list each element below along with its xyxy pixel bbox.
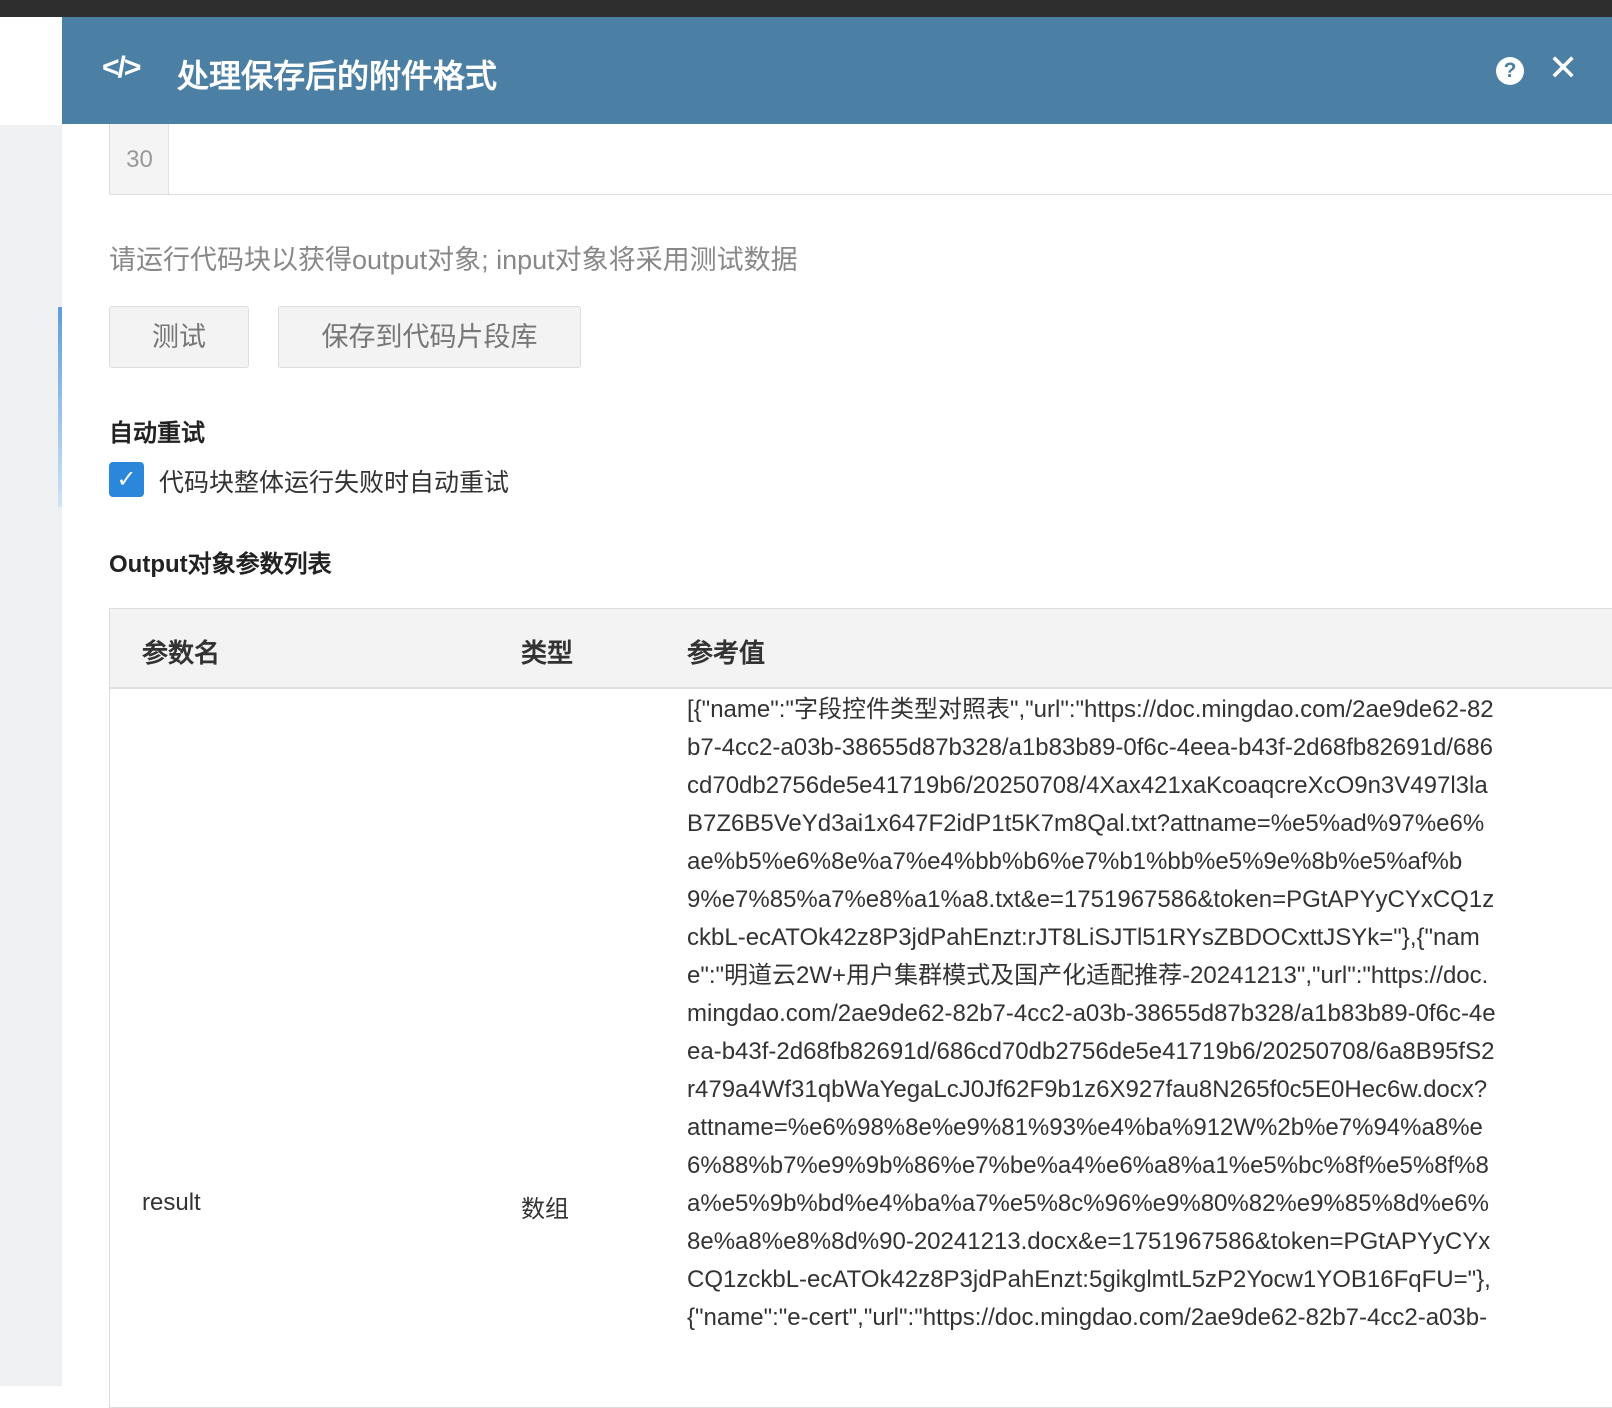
value-line: ea-b43f-2d68fb82691d/686cd70db2756de5e41…	[687, 1038, 1495, 1065]
value-line: ae%b5%e6%8e%a7%e4%bb%b6%e7%b1%bb%e5%9e%8…	[687, 848, 1463, 875]
value-line: [{"name":"字段控件类型对照表","url":"https://doc.…	[687, 696, 1494, 723]
test-button[interactable]: 测试	[109, 306, 249, 368]
browser-top-bar	[0, 0, 1612, 17]
code-icon: </>	[102, 51, 141, 84]
output-table: 参数名 类型 参考值 result 数组 [{"name":"字段控件类型对照表…	[109, 608, 1612, 1408]
code-editor[interactable]: 30	[109, 124, 1612, 195]
save-snippet-button[interactable]: 保存到代码片段库	[278, 306, 581, 368]
value-line: CQ1zckbL-ecATOk42z8P3jdPahEnzt:5gikglmtL…	[687, 1266, 1491, 1293]
param-name: result	[142, 1189, 201, 1216]
value-line: {"name":"e-cert","url":"https://doc.ming…	[687, 1304, 1488, 1331]
value-line: mingdao.com/2ae9de62-82b7-4cc2-a03b-3865…	[687, 1000, 1496, 1027]
retry-heading: 自动重试	[109, 420, 205, 447]
run-hint: 请运行代码块以获得output对象; input对象将采用测试数据	[109, 245, 798, 275]
value-line: B7Z6B5VeYd3ai1x647F2idP1t5K7m8Qal.txt?at…	[687, 810, 1485, 837]
value-line: attname=%e6%98%8e%e9%81%93%e4%ba%912W%2b…	[687, 1114, 1483, 1141]
value-line: r479a4Wf31qbWaYegaLcJ0Jf62F9b1z6X927fau8…	[687, 1076, 1488, 1103]
column-header-name: 参数名	[142, 638, 221, 668]
dialog-header: </> 处理保存后的附件格式 ? ✕	[62, 17, 1612, 124]
output-heading: Output对象参数列表	[109, 551, 332, 578]
line-gutter: 30	[110, 124, 169, 194]
line-number: 30	[126, 146, 153, 173]
value-line: 9%e7%85%a7%e8%a1%a8.txt&e=1751967586&tok…	[687, 886, 1495, 913]
param-type: 数组	[521, 1196, 569, 1223]
background-page	[0, 17, 62, 1386]
value-line: b7-4cc2-a03b-38655d87b328/a1b83b89-0f6c-…	[687, 734, 1494, 761]
dialog-title: 处理保存后的附件格式	[177, 58, 498, 94]
param-value: [{"name":"字段控件类型对照表","url":"https://doc.…	[687, 691, 1496, 1337]
value-line: 6%88%b7%e9%9b%86%e7%be%a4%e6%a8%a1%e5%bc…	[687, 1152, 1489, 1179]
value-line: a%e5%9b%bd%e4%ba%a7%e5%8c%96%e9%80%82%e9…	[687, 1190, 1489, 1217]
value-line: 8e%a8%e8%8d%90-20241213.docx&e=175196758…	[687, 1228, 1491, 1255]
retry-checkbox[interactable]: ✓	[109, 462, 144, 497]
value-line: cd70db2756de5e41719b6/20250708/4Xax421xa…	[687, 772, 1488, 799]
table-header: 参数名 类型 参考值	[110, 609, 1612, 689]
value-line: e":"明道云2W+用户集群模式及国产化适配推荐-20241213","url"…	[687, 962, 1489, 989]
column-header-value: 参考值	[687, 638, 766, 668]
value-line: ckbL-ecATOk42z8P3jdPahEnzt:rJT8LiSJTl51R…	[687, 924, 1480, 951]
column-header-type: 类型	[521, 638, 574, 668]
help-icon[interactable]: ?	[1496, 57, 1524, 85]
close-icon[interactable]: ✕	[1548, 47, 1578, 89]
retry-checkbox-label[interactable]: 代码块整体运行失败时自动重试	[159, 463, 509, 499]
